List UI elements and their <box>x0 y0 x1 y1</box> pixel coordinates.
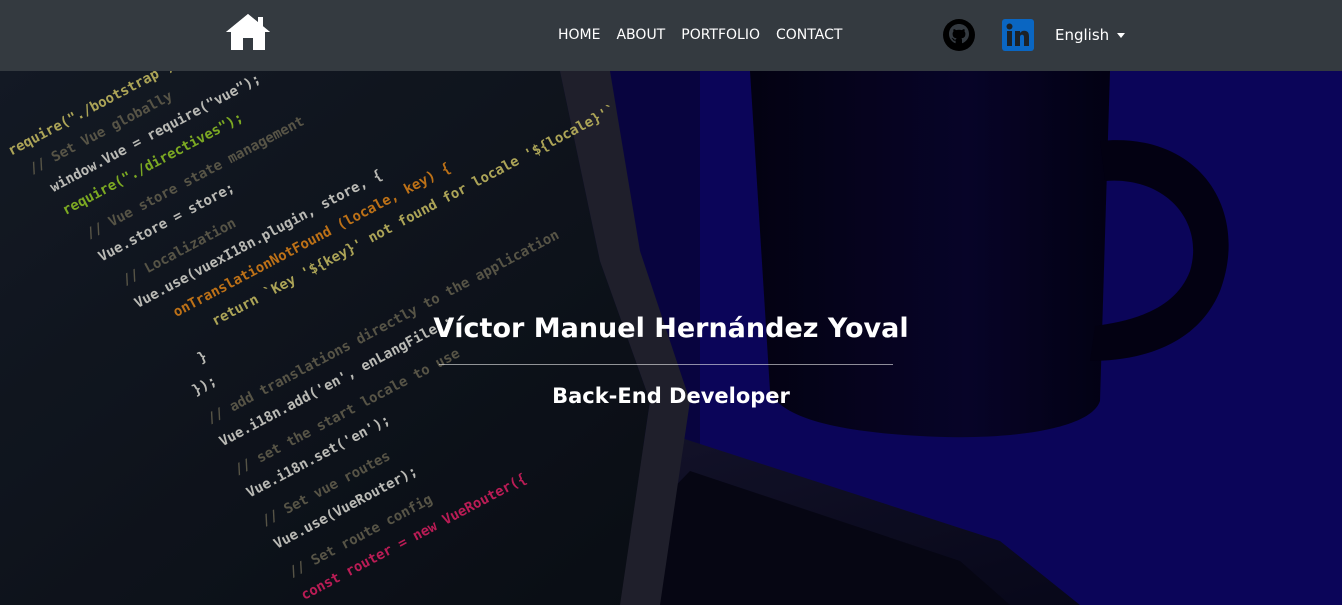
chevron-down-icon <box>1117 32 1126 38</box>
github-icon[interactable] <box>942 18 976 52</box>
nav-link-about[interactable]: ABOUT <box>608 25 673 45</box>
home-icon[interactable] <box>224 12 272 52</box>
hero-divider <box>439 364 893 365</box>
nav-links: HOME ABOUT PORTFOLIO CONTACT <box>550 25 850 45</box>
language-dropdown[interactable]: English <box>1055 25 1126 45</box>
top-navbar: HOME ABOUT PORTFOLIO CONTACT English <box>0 0 1342 71</box>
hero-role: Back-End Developer <box>552 384 790 408</box>
nav-link-contact[interactable]: CONTACT <box>768 25 850 45</box>
nav-link-portfolio[interactable]: PORTFOLIO <box>673 25 768 45</box>
hero-name: Víctor Manuel Hernández Yoval <box>433 313 909 344</box>
language-label: English <box>1055 26 1110 44</box>
nav-link-home[interactable]: HOME <box>550 25 608 45</box>
linkedin-icon[interactable] <box>1001 18 1035 52</box>
hero-section: require("./bootstrap"); // Set Vue globa… <box>0 71 1342 605</box>
